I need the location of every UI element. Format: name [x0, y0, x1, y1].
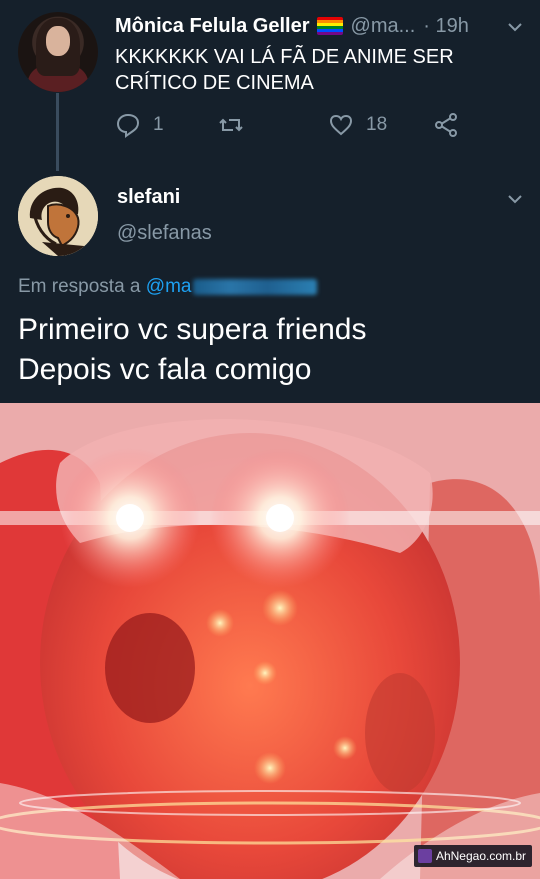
avatar-face — [46, 26, 70, 56]
tweet-text: Primeiro vc supera friends Depois vc fal… — [18, 310, 366, 390]
like-button[interactable]: 18 — [328, 112, 387, 138]
avatar[interactable] — [18, 12, 98, 92]
tweet-text-line: Depois vc fala comigo — [18, 353, 312, 386]
tweet-original: Mônica Felula Geller @ma... · 19h KKKKKK… — [0, 0, 540, 171]
timestamp[interactable]: · 19h — [423, 15, 469, 38]
reply-mention-link[interactable]: @ma — [146, 276, 192, 297]
thread-line — [56, 93, 59, 171]
tweet-actions: 1 18 — [115, 112, 475, 142]
reply-button[interactable]: 1 — [115, 112, 164, 138]
watermark-text: AhNegao.com.br — [435, 849, 526, 863]
like-icon — [329, 114, 353, 136]
tweet-text: KKKKKKK VAI LÁ FÃ DE ANIME SER CRÍTICO D… — [115, 44, 515, 96]
avatar-illustration — [18, 176, 98, 256]
retweet-button[interactable] — [218, 112, 244, 138]
share-icon — [435, 113, 457, 137]
display-name[interactable]: slefani — [117, 186, 180, 209]
like-count: 18 — [366, 114, 388, 135]
glowing-eyes-meme-illustration — [0, 403, 540, 879]
tweet-text-line: Primeiro vc supera friends — [18, 313, 367, 346]
avatar[interactable] — [18, 176, 98, 256]
chevron-down-icon[interactable] — [508, 192, 522, 206]
tweet-text-line: KKKKKKK VAI LÁ FÃ DE ANIME SER — [115, 46, 454, 68]
watermark-logo-icon — [417, 849, 432, 863]
handle[interactable]: @ma... — [351, 15, 416, 38]
reply-context: Em resposta a @ma — [18, 276, 318, 298]
reply-prefix: Em resposta a — [18, 276, 141, 297]
redacted-handle — [193, 278, 318, 295]
meme-image: AhNegao.com.br — [0, 403, 540, 879]
tweet-reply: slefani @slefanas Em resposta a @ma Prim… — [0, 170, 540, 403]
display-name[interactable]: Mônica Felula Geller — [115, 15, 310, 38]
reply-count: 1 — [153, 114, 164, 135]
reply-icon — [116, 113, 140, 138]
chevron-down-icon[interactable] — [508, 20, 522, 34]
pride-flag-icon — [316, 17, 343, 35]
watermark: AhNegao.com.br — [413, 845, 532, 867]
retweet-icon — [219, 118, 243, 132]
tweet-header: Mônica Felula Geller @ma... · 19h — [115, 12, 525, 40]
tweet-text-line: CRÍTICO DE CINEMA — [115, 72, 314, 94]
share-button[interactable] — [433, 112, 459, 138]
handle[interactable]: @slefanas — [117, 222, 212, 245]
